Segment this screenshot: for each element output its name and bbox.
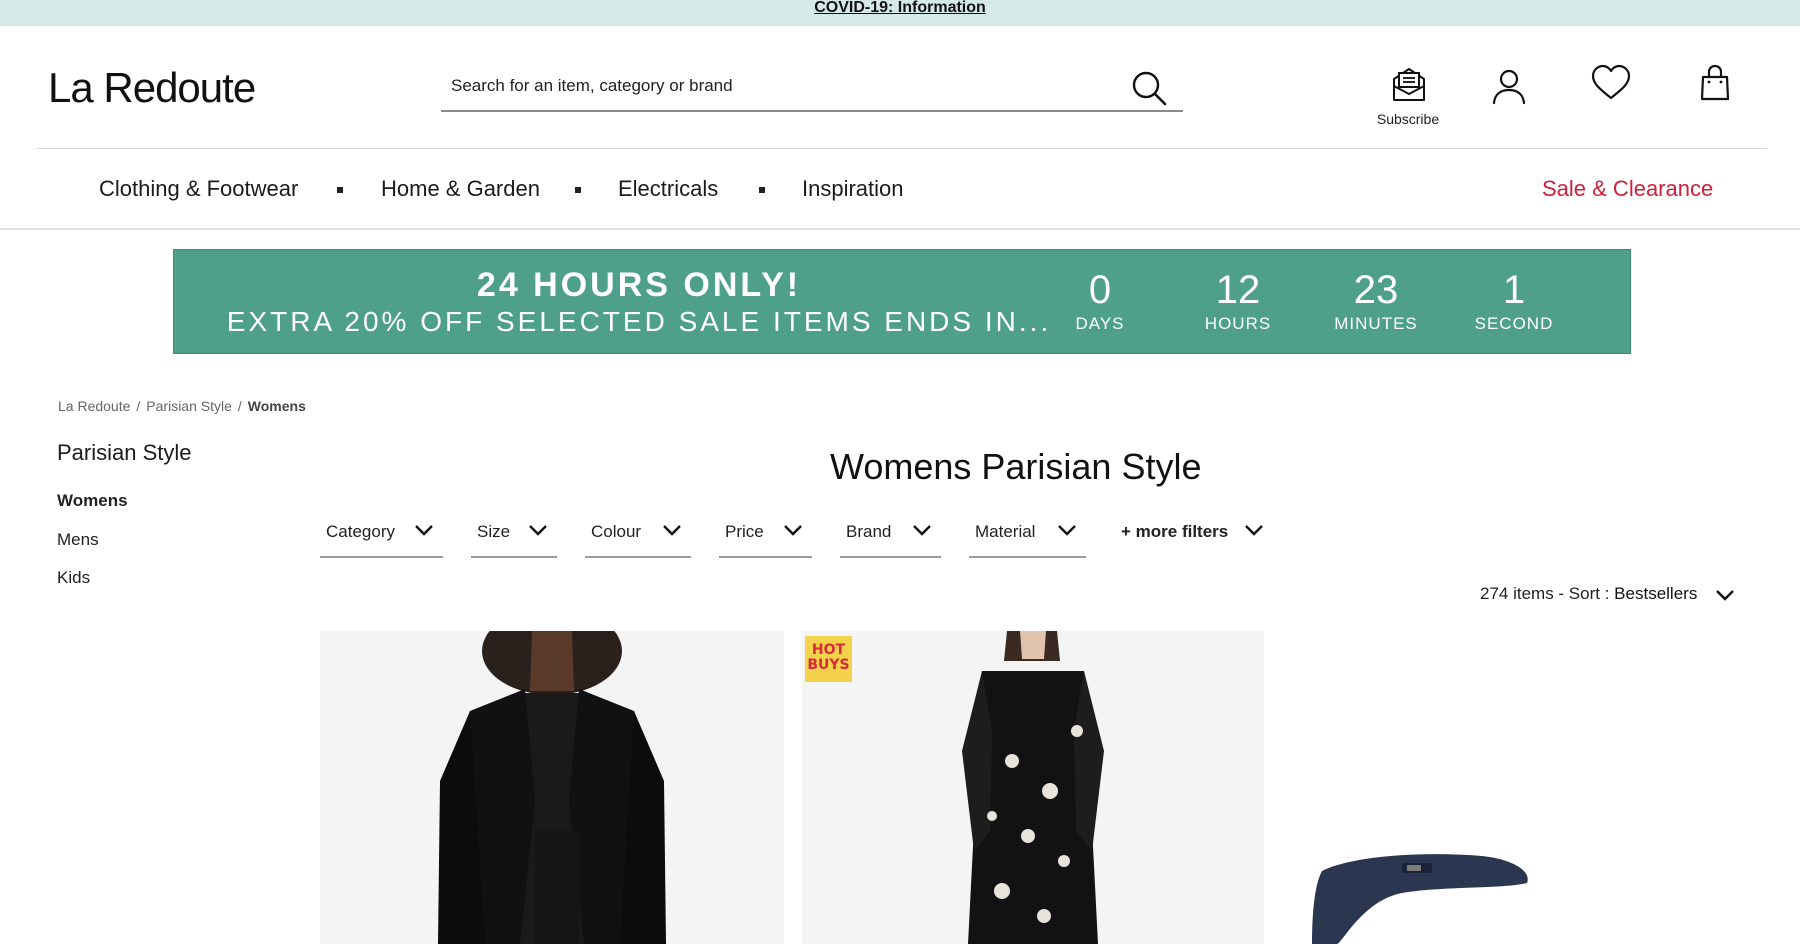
bag-icon[interactable]: [1695, 63, 1735, 103]
search-bar: [441, 64, 1183, 112]
product-card[interactable]: [320, 631, 784, 944]
sidebar-item-womens[interactable]: Womens: [57, 491, 128, 511]
filter-label: Brand: [846, 522, 892, 541]
nav-divider: [0, 228, 1800, 230]
chevron-down-icon: [1058, 525, 1076, 536]
results-sort: 274 items - Sort : Bestsellers: [1480, 584, 1734, 604]
nav-sale-clearance[interactable]: Sale & Clearance: [1542, 176, 1713, 202]
sort-prefix: - Sort :: [1553, 584, 1615, 603]
filter-size[interactable]: Size: [471, 512, 557, 558]
countdown-hours: 12 HOURS: [1168, 268, 1308, 334]
chevron-down-icon: [415, 525, 433, 536]
subscribe-label[interactable]: Subscribe: [1368, 111, 1448, 127]
nav-home-garden[interactable]: Home & Garden: [381, 176, 540, 202]
chevron-down-icon: [784, 525, 802, 536]
nav-clothing-footwear[interactable]: Clothing & Footwear: [99, 176, 298, 202]
filter-colour[interactable]: Colour: [585, 512, 691, 558]
chevron-down-icon: [529, 525, 547, 536]
breadcrumb-parisian-style[interactable]: Parisian Style: [146, 398, 232, 414]
floral-dress-photo: [802, 631, 1264, 944]
nav-inspiration[interactable]: Inspiration: [802, 176, 904, 202]
breadcrumb-current: Womens: [247, 398, 306, 414]
breadcrumb: La Redoute / Parisian Style / Womens: [58, 398, 306, 414]
sort-value[interactable]: Bestsellers: [1614, 584, 1697, 603]
countdown-value: 0: [1088, 268, 1112, 312]
chevron-down-icon[interactable]: [1716, 589, 1734, 601]
filter-label: Size: [477, 522, 511, 541]
breadcrumb-home[interactable]: La Redoute: [58, 398, 130, 414]
filter-label: Category: [326, 522, 395, 541]
search-input[interactable]: [451, 72, 1091, 100]
wishlist-icon[interactable]: [1591, 63, 1631, 103]
countdown-seconds: 1 SECOND: [1444, 268, 1584, 334]
navy-ankle-strap-shoe-photo: [1282, 631, 1746, 944]
filter-brand[interactable]: Brand: [840, 512, 941, 558]
filter-label: Colour: [591, 522, 642, 541]
info-bar: COVID-19: Information: [0, 0, 1800, 26]
chevron-down-icon: [913, 525, 931, 536]
black-blazer-photo: [320, 631, 784, 944]
countdown-unit: HOURS: [1204, 314, 1272, 333]
filter-material[interactable]: Material: [969, 512, 1086, 558]
chevron-down-icon: [663, 525, 681, 536]
product-card[interactable]: [802, 631, 1264, 944]
search-icon[interactable]: [1129, 68, 1169, 108]
nav-electricals[interactable]: Electricals: [618, 176, 718, 202]
promo-subline: EXTRA 20% OFF SELECTED SALE ITEMS ENDS I…: [226, 306, 1052, 337]
filter-label: Material: [975, 522, 1036, 541]
countdown-unit: MINUTES: [1334, 314, 1418, 333]
breadcrumb-separator: /: [237, 398, 242, 414]
sidebar-title: Parisian Style: [57, 440, 192, 465]
sidebar-item-kids[interactable]: Kids: [57, 568, 90, 588]
subscribe-icon[interactable]: [1389, 64, 1429, 104]
countdown-unit: SECOND: [1474, 314, 1554, 333]
filter-category[interactable]: Category: [320, 512, 443, 558]
chevron-down-icon: [1245, 525, 1263, 536]
logo[interactable]: La Redoute: [48, 64, 256, 112]
filter-more[interactable]: + more filters: [1115, 512, 1267, 558]
filter-price[interactable]: Price: [719, 512, 812, 558]
item-count: 274 items: [1480, 584, 1554, 603]
header-divider: [37, 148, 1767, 149]
main-nav: Clothing & Footwear Home & Garden Electr…: [0, 170, 1800, 210]
product-card[interactable]: [1282, 631, 1746, 944]
nav-separator: [759, 187, 765, 193]
nav-separator: [575, 187, 581, 193]
countdown-value: 12: [1215, 268, 1261, 312]
page-title: Womens Parisian Style: [830, 446, 1202, 487]
sidebar-item-mens[interactable]: Mens: [57, 530, 99, 550]
breadcrumb-separator: /: [136, 398, 141, 414]
hot-buys-badge: HOT BUYS: [805, 636, 852, 682]
countdown-days: 0 DAYS: [1030, 268, 1170, 334]
countdown-value: 1: [1502, 268, 1526, 312]
account-icon[interactable]: [1489, 66, 1529, 106]
promo-headline: 24 HOURS ONLY!: [476, 266, 802, 304]
countdown-value: 23: [1353, 268, 1399, 312]
countdown-unit: DAYS: [1075, 314, 1125, 333]
promo-banner[interactable]: 24 HOURS ONLY! EXTRA 20% OFF SELECTED SA…: [173, 249, 1631, 354]
filter-label: Price: [725, 522, 764, 541]
covid-info-link[interactable]: COVID-19: Information: [814, 0, 986, 16]
nav-separator: [337, 187, 343, 193]
filter-label: + more filters: [1121, 522, 1229, 541]
countdown-minutes: 23 MINUTES: [1306, 268, 1446, 334]
